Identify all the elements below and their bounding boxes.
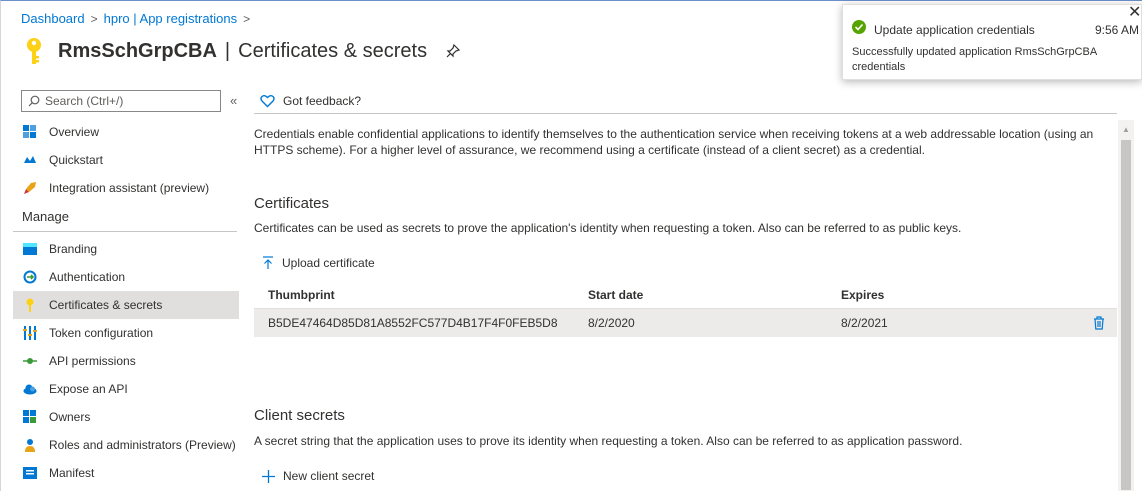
notification-message: Successfully updated application RmsSchG… [852, 46, 1097, 73]
sidebar-item-certificates-secrets[interactable]: Certificates & secrets [13, 291, 239, 319]
scrollbar-thumb[interactable] [1121, 140, 1131, 490]
heart-icon [260, 94, 275, 107]
token-config-icon [23, 326, 37, 340]
page-header: RmsSchGrpCBA | Certificates & secrets [24, 36, 461, 66]
api-permissions-icon [23, 354, 37, 368]
table-row[interactable]: B5DE47464D85D81A8552FC577D4B17F4F0FEB5D8… [254, 309, 1117, 337]
breadcrumb-separator: > [243, 11, 251, 26]
toolbar: Got feedback? [254, 88, 1117, 114]
sidebar-item-api-permissions[interactable]: API permissions [13, 347, 239, 375]
sidebar-section-manage: Manage [13, 202, 237, 232]
breadcrumb: Dashboard > hpro | App registrations > [21, 11, 256, 26]
close-icon[interactable]: ✕ [1128, 5, 1141, 21]
authentication-icon [23, 270, 37, 284]
sidebar-item-roles-administrators[interactable]: Roles and administrators (Preview) [13, 431, 239, 459]
new-client-secret-label: New client secret [283, 469, 375, 483]
sidebar-item-label: Token configuration [49, 326, 154, 340]
breadcrumb-dashboard[interactable]: Dashboard [21, 11, 85, 26]
key-icon [24, 36, 44, 66]
client-secrets-heading: Client secrets [254, 407, 345, 424]
sidebar-section-label: Manage [22, 209, 69, 224]
quickstart-icon [23, 153, 37, 167]
sidebar-item-label: Manifest [49, 466, 95, 480]
feedback-button[interactable]: Got feedback? [283, 94, 361, 108]
search-input[interactable]: Search (Ctrl+/) [21, 90, 221, 112]
sidebar-item-label: Expose an API [49, 382, 128, 396]
sidebar-item-authentication[interactable]: Authentication [13, 263, 239, 291]
column-header-expires[interactable]: Expires [841, 288, 1081, 302]
upload-certificate-button[interactable]: Upload certificate [262, 256, 375, 270]
sidebar-item-manifest[interactable]: Manifest [13, 459, 239, 487]
sidebar-item-label: API permissions [49, 354, 136, 368]
delete-certificate-button[interactable] [1081, 316, 1117, 330]
notification-toast[interactable]: Update application credentials 9:56 AM ✕… [842, 4, 1142, 80]
sidebar-item-label: Authentication [49, 270, 126, 284]
plus-icon [262, 469, 275, 483]
sidebar-item-label: Branding [49, 242, 98, 256]
client-secrets-description: A secret string that the application use… [254, 434, 963, 448]
cloud-icon [23, 382, 37, 396]
overview-icon [23, 125, 37, 139]
rocket-icon [23, 181, 37, 195]
sidebar-item-overview[interactable]: Overview [13, 118, 239, 146]
sidebar-item-label: Quickstart [49, 153, 104, 167]
column-header-start-date[interactable]: Start date [588, 288, 841, 302]
collapse-sidebar-button[interactable]: « [230, 93, 237, 108]
sidebar-item-label: Roles and administrators (Preview) [49, 438, 236, 452]
sidebar-item-expose-an-api[interactable]: Expose an API [13, 375, 239, 403]
certificates-table: Thumbprint Start date Expires B5DE47464D… [254, 281, 1117, 337]
certificates-description: Certificates can be used as secrets to p… [254, 221, 962, 235]
app-name: RmsSchGrpCBA [58, 39, 217, 62]
scroll-up-arrow-icon[interactable]: ▲ [1122, 125, 1130, 134]
pin-icon[interactable] [445, 43, 461, 59]
branding-icon [23, 242, 37, 256]
thumbprint-cell: B5DE47464D85D81A8552FC577D4B17F4F0FEB5D8 [268, 316, 558, 330]
search-icon [28, 95, 40, 107]
content-scrollbar[interactable]: ▲ [1118, 120, 1134, 491]
breadcrumb-separator: > [90, 11, 98, 26]
success-check-icon [852, 20, 866, 39]
expires-cell: 8/2/2021 [841, 316, 888, 330]
manifest-icon [23, 466, 37, 480]
sidebar-item-label: Certificates & secrets [49, 298, 163, 312]
page-description: Credentials enable confidential applicat… [254, 127, 1094, 157]
sidebar-item-token-configuration[interactable]: Token configuration [13, 319, 239, 347]
sidebar-item-owners[interactable]: Owners [13, 403, 239, 431]
upload-certificate-label: Upload certificate [282, 256, 375, 270]
main-content: Got feedback? Credentials enable confide… [254, 88, 1117, 483]
upload-icon [263, 256, 273, 269]
new-client-secret-button[interactable]: New client secret [262, 469, 374, 483]
search-placeholder: Search (Ctrl+/) [45, 94, 124, 108]
certificates-heading: Certificates [254, 195, 330, 212]
breadcrumb-app-registrations[interactable]: hpro | App registrations [104, 11, 237, 26]
sidebar-item-quickstart[interactable]: Quickstart [13, 146, 239, 174]
sidebar-item-label: Integration assistant (preview) [49, 181, 210, 195]
title-divider: | [224, 39, 231, 62]
column-header-thumbprint[interactable]: Thumbprint [254, 288, 588, 302]
sidebar-item-label: Overview [49, 125, 100, 139]
sidebar-item-integration-assistant[interactable]: Integration assistant (preview) [13, 174, 239, 202]
sidebar-item-branding[interactable]: Branding [13, 235, 239, 263]
owners-icon [23, 410, 37, 424]
start-date-cell: 8/2/2020 [588, 316, 635, 330]
sidebar-item-label: Owners [49, 410, 91, 424]
sidebar-nav: Overview Quickstart Integration assistan… [13, 118, 239, 487]
page-title: Certificates & secrets [238, 39, 428, 62]
table-header: Thumbprint Start date Expires [254, 281, 1117, 309]
roles-icon [23, 438, 37, 452]
key-icon [23, 298, 37, 312]
trash-icon [1094, 316, 1104, 330]
notification-title: Update application credentials [874, 23, 1035, 37]
notification-time: 9:56 AM [1095, 23, 1140, 37]
